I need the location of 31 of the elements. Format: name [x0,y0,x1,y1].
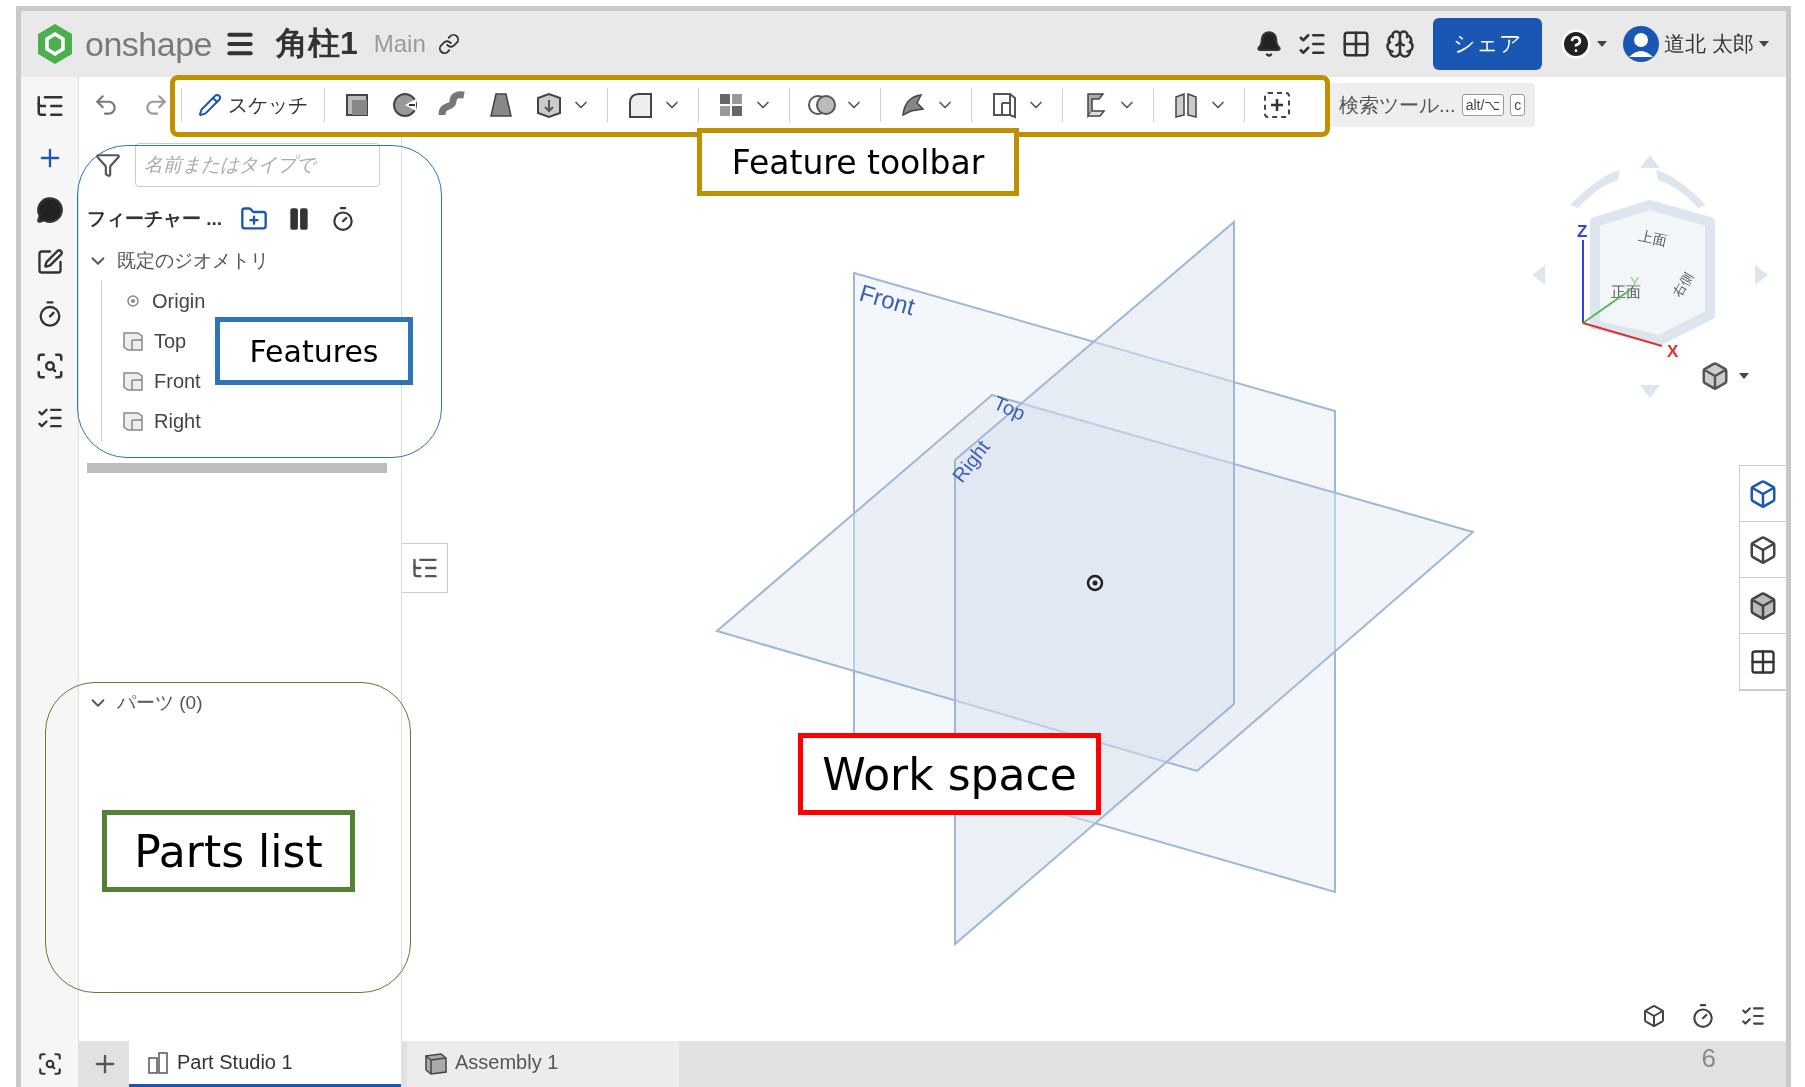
document-title: 角柱1 [275,24,358,63]
shortcut-key: alt/⌥ [1461,94,1505,116]
branch-name: Main [373,30,426,58]
user-name: 道北 太郎 [1664,31,1754,57]
plane-label: Top [990,391,1029,425]
tree-group[interactable]: 既定のジオメトリ [87,241,387,281]
cube-face-label: 右側 [1669,269,1696,300]
axis-label: X [1667,342,1679,361]
page-number: 6 [1701,1043,1716,1074]
document-tab[interactable]: Assembly 1 [407,1041,679,1087]
tree-item[interactable]: Front [122,361,201,401]
tree-item[interactable]: Origin [122,281,206,321]
annotation-label: Work space [798,733,1101,815]
tree-item[interactable]: Right [122,401,201,441]
user-menu-button[interactable]: 道北 太郎 [1620,23,1772,65]
plane-label: Front [856,278,918,321]
tree-item[interactable]: Top [122,321,187,361]
share-button[interactable]: シェア [1433,18,1543,70]
document-tab[interactable]: Part Studio 1 [129,1041,401,1087]
annotation-label: Parts list [102,810,355,892]
annotation-label: Features [215,317,413,385]
logo-text: onshape [85,24,212,64]
feature-list-title: フィーチャー ... [87,207,223,231]
sketch-button[interactable]: スケッチ [192,91,314,119]
annotation-label: Feature toolbar [697,128,1019,196]
axis-label: Z [1577,222,1588,241]
shortcut-key: c [1510,94,1526,116]
filter-field[interactable]: 名前またはタイプで [135,143,380,187]
parts-header[interactable]: パーツ (0) [87,683,387,723]
cube-face-label: 上面 [1637,227,1669,249]
tool-search-button[interactable]: 検索ツール... alt/⌥ c [1329,83,1536,127]
